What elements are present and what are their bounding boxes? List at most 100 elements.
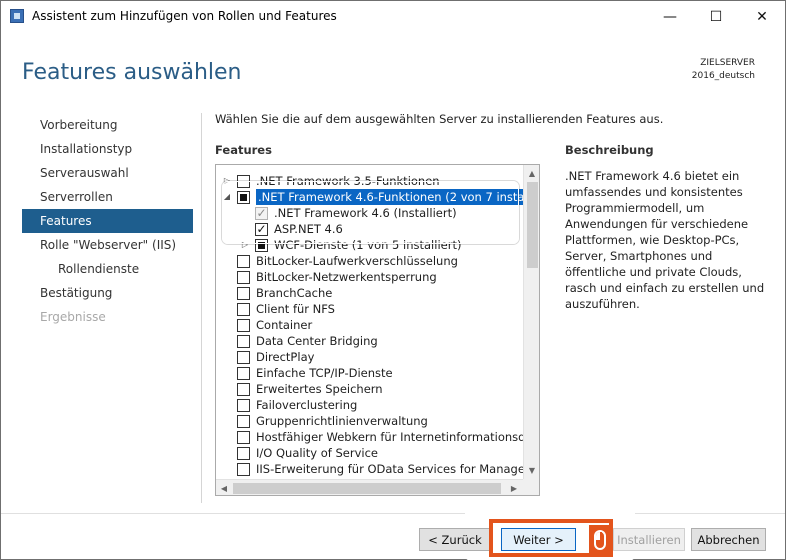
feature-row[interactable]: BitLocker-Netzwerkentsperrung bbox=[216, 269, 524, 285]
nav-item[interactable]: Features bbox=[22, 209, 193, 233]
feature-label: .NET Framework 4.6-Funktionen (2 von 7 i… bbox=[256, 189, 539, 205]
target-server-label: ZIELSERVER 2016_deutsch bbox=[692, 57, 755, 83]
feature-checkbox[interactable] bbox=[237, 447, 250, 460]
feature-checkbox[interactable] bbox=[237, 351, 250, 364]
features-heading: Features bbox=[215, 143, 272, 157]
feature-label: I/O Quality of Service bbox=[256, 446, 378, 460]
feature-row[interactable]: ASP.NET 4.6 bbox=[216, 221, 524, 237]
nav-item[interactable]: Bestätigung bbox=[22, 281, 193, 305]
feature-checkbox[interactable] bbox=[237, 431, 250, 444]
feature-checkbox[interactable] bbox=[237, 335, 250, 348]
target-server-caption: ZIELSERVER bbox=[700, 58, 755, 68]
nav-divider bbox=[201, 113, 202, 503]
close-button[interactable]: ✕ bbox=[739, 1, 785, 32]
mouse-click-icon bbox=[589, 525, 611, 555]
nav-item[interactable]: Serverrollen bbox=[22, 185, 193, 209]
feature-label: BranchCache bbox=[256, 286, 333, 300]
feature-checkbox[interactable] bbox=[237, 319, 250, 332]
server-manager-icon bbox=[10, 9, 24, 23]
page-header: Features auswählen ZIELSERVER 2016_deuts… bbox=[1, 32, 785, 100]
cancel-button[interactable]: Abbrechen bbox=[691, 528, 766, 551]
intro-text: Wählen Sie die auf dem ausgewählten Serv… bbox=[215, 112, 664, 126]
page-title: Features auswählen bbox=[22, 60, 242, 85]
feature-checkbox[interactable] bbox=[237, 399, 250, 412]
feature-label: Einfache TCP/IP-Dienste bbox=[256, 366, 393, 380]
feature-label: Data Center Bridging bbox=[256, 334, 378, 348]
description-heading: Beschreibung bbox=[565, 143, 654, 157]
feature-label: WCF-Dienste (1 von 5 installiert) bbox=[274, 238, 462, 252]
feature-label: Failoverclustering bbox=[256, 398, 358, 412]
feature-row[interactable]: BitLocker-Laufwerkverschlüsselung bbox=[216, 253, 524, 269]
feature-row[interactable]: Failoverclustering bbox=[216, 397, 524, 413]
feature-checkbox[interactable] bbox=[237, 303, 250, 316]
feature-label: BitLocker-Netzwerkentsperrung bbox=[256, 270, 437, 284]
feature-row[interactable]: Erweitertes Speichern bbox=[216, 381, 524, 397]
scroll-right-icon[interactable]: ▶ bbox=[506, 480, 522, 495]
scroll-left-icon[interactable]: ◀ bbox=[216, 480, 232, 495]
feature-row[interactable]: I/O Quality of Service bbox=[216, 445, 524, 461]
feature-row[interactable]: Gruppenrichtlinienverwaltung bbox=[216, 413, 524, 429]
feature-label: DirectPlay bbox=[256, 350, 315, 364]
feature-checkbox[interactable] bbox=[237, 271, 250, 284]
feature-row[interactable]: IIS-Erweiterung für OData Services for M… bbox=[216, 461, 539, 477]
maximize-button[interactable]: ☐ bbox=[693, 1, 739, 32]
feature-label: Client für NFS bbox=[256, 302, 335, 316]
feature-label: IIS-Erweiterung für OData Services for M… bbox=[256, 462, 540, 476]
feature-row[interactable]: ▷ WCF-Dienste (1 von 5 installiert) bbox=[216, 237, 524, 253]
back-button[interactable]: < Zurück bbox=[419, 528, 491, 551]
scrollbar-corner bbox=[523, 479, 539, 495]
nav-item[interactable]: Installationstyp bbox=[22, 137, 193, 161]
target-server-name: 2016_deutsch bbox=[691, 71, 755, 81]
feature-row[interactable]: ◢ .NET Framework 4.6-Funktionen (2 von 7 … bbox=[216, 189, 539, 205]
description-text: .NET Framework 4.6 bietet ein umfassende… bbox=[565, 169, 765, 311]
feature-checkbox[interactable] bbox=[237, 175, 250, 188]
horizontal-scrollbar[interactable]: ◀ ▶ bbox=[216, 479, 523, 495]
nav-item[interactable]: Vorbereitung bbox=[22, 113, 193, 137]
vertical-scroll-thumb[interactable] bbox=[527, 182, 538, 268]
wizard-window: Assistent zum Hinzufügen von Rollen und … bbox=[0, 0, 786, 560]
horizontal-scroll-thumb[interactable] bbox=[233, 483, 501, 494]
feature-row[interactable]: Container bbox=[216, 317, 524, 333]
nav-item[interactable]: Serverauswahl bbox=[22, 161, 193, 185]
feature-checkbox[interactable] bbox=[237, 367, 250, 380]
feature-checkbox[interactable] bbox=[237, 463, 250, 476]
feature-checkbox[interactable] bbox=[237, 191, 250, 204]
wizard-nav: Vorbereitung Installationstyp Serverauswah… bbox=[22, 113, 193, 329]
scroll-up-icon[interactable]: ▲ bbox=[524, 165, 539, 181]
features-tree[interactable]: IIS-Erweiterung für OData Services for M… bbox=[215, 164, 540, 496]
feature-row[interactable]: Hostfähiger Webkern für Internetinformat… bbox=[216, 429, 539, 445]
nav-item[interactable]: Rollendienste bbox=[22, 257, 193, 281]
window-title: Assistent zum Hinzufügen von Rollen und … bbox=[32, 9, 337, 23]
feature-label: BitLocker-Laufwerkverschlüsselung bbox=[256, 254, 458, 268]
feature-checkbox[interactable] bbox=[237, 415, 250, 428]
feature-checkbox bbox=[255, 205, 268, 221]
feature-row[interactable]: Client für NFS bbox=[216, 301, 524, 317]
feature-checkbox[interactable] bbox=[237, 287, 250, 300]
minimize-button[interactable]: — bbox=[647, 1, 693, 32]
feature-checkbox[interactable] bbox=[237, 383, 250, 396]
nav-item[interactable]: Rolle "Webserver" (IIS) bbox=[22, 233, 193, 257]
scroll-down-icon[interactable]: ▼ bbox=[524, 462, 539, 478]
feature-label: Gruppenrichtlinienverwaltung bbox=[256, 414, 428, 428]
feature-row[interactable]: Data Center Bridging bbox=[216, 333, 524, 349]
feature-row[interactable]: BranchCache bbox=[216, 285, 524, 301]
expand-icon[interactable]: ▷ bbox=[241, 237, 249, 253]
feature-row[interactable]: DirectPlay bbox=[216, 349, 524, 365]
title-bar: Assistent zum Hinzufügen von Rollen und … bbox=[1, 1, 785, 32]
collapse-icon[interactable]: ◢ bbox=[223, 189, 231, 205]
feature-checkbox[interactable] bbox=[255, 221, 268, 237]
feature-row[interactable]: .NET Framework 4.6 (Installiert) bbox=[216, 205, 524, 221]
feature-checkbox[interactable] bbox=[255, 239, 268, 252]
feature-label: Erweitertes Speichern bbox=[256, 382, 383, 396]
feature-label: .NET Framework 4.6 (Installiert) bbox=[274, 206, 457, 220]
expand-icon[interactable]: ▷ bbox=[223, 173, 231, 189]
feature-label: Hostfähiger Webkern für Internetinformat… bbox=[256, 430, 540, 444]
feature-row[interactable]: ▷ .NET Framework 3.5-Funktionen bbox=[216, 173, 524, 189]
install-button[interactable]: Installieren bbox=[613, 528, 685, 551]
nav-item: Ergebnisse bbox=[40, 310, 106, 324]
feature-label: .NET Framework 3.5-Funktionen bbox=[256, 174, 440, 188]
feature-label: ASP.NET 4.6 bbox=[274, 222, 343, 236]
feature-row[interactable]: Einfache TCP/IP-Dienste bbox=[216, 365, 524, 381]
feature-checkbox[interactable] bbox=[237, 255, 250, 268]
vertical-scrollbar[interactable]: ▲ ▼ bbox=[523, 165, 539, 479]
